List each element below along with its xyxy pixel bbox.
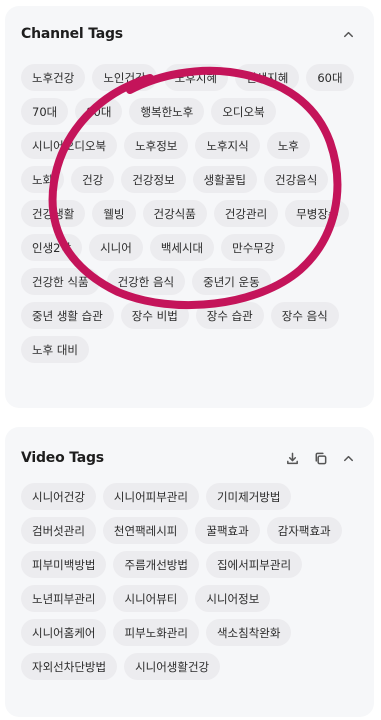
video-tag[interactable]: 천연팩레시피 <box>102 517 189 544</box>
channel-tag[interactable]: 시니어오디오북 <box>21 132 118 159</box>
video-tag[interactable]: 감자팩효과 <box>266 517 342 544</box>
channel-tag[interactable]: 노후 대비 <box>21 336 89 363</box>
channel-tag-list: 노후건강 노인건강 노후지혜 인생지혜 60대 70대 80대 행복한노후 오디오북 시니어오디오… <box>21 64 360 363</box>
channel-tags-header: Channel Tags <box>21 6 358 62</box>
video-tag[interactable]: 자외선차단방법 <box>21 653 118 680</box>
channel-tags-card: Channel Tags 노후건강 노인건강 노후지혜 인생지혜 60대 70대 80대 행복… <box>5 6 374 408</box>
video-tag[interactable]: 주름개선방법 <box>113 551 199 578</box>
channel-tag[interactable]: 노화 <box>21 166 65 193</box>
channel-tags-title: Channel Tags <box>21 26 123 42</box>
channel-tag[interactable]: 노인건강 <box>92 64 157 91</box>
video-tag[interactable]: 시니어피부관리 <box>102 483 199 510</box>
channel-tag[interactable]: 건강관리 <box>213 200 279 227</box>
video-tag[interactable]: 검버섯관리 <box>21 517 96 544</box>
chevron-up-icon[interactable] <box>338 448 358 468</box>
channel-tag[interactable]: 80대 <box>75 98 123 125</box>
channel-tag[interactable]: 노후지식 <box>195 132 260 159</box>
video-tag[interactable]: 시니어홈케어 <box>21 619 107 646</box>
channel-tag[interactable]: 백세시대 <box>149 234 215 261</box>
channel-tag[interactable]: 70대 <box>21 98 69 125</box>
channel-tag[interactable]: 시니어 <box>89 234 143 261</box>
channel-tag[interactable]: 웰빙 <box>92 200 136 227</box>
video-tag[interactable]: 시니어생활건강 <box>124 653 221 680</box>
video-tags-title: Video Tags <box>21 450 104 466</box>
channel-tag[interactable]: 오디오북 <box>211 98 276 125</box>
channel-tag[interactable]: 건강한 식품 <box>21 268 100 295</box>
video-tag[interactable]: 시니어정보 <box>195 585 271 612</box>
channel-tag[interactable]: 건강생활 <box>21 200 86 227</box>
channel-tag[interactable]: 만수무강 <box>221 234 286 261</box>
channel-tag[interactable]: 인생지혜 <box>234 64 300 91</box>
channel-tag[interactable]: 중년기 운동 <box>192 268 271 295</box>
video-tag[interactable]: 시니어뷰티 <box>113 585 189 612</box>
video-tag[interactable]: 피부미백방법 <box>21 551 107 578</box>
channel-tag[interactable]: 장수 습관 <box>195 302 264 329</box>
channel-tag[interactable]: 건강한 음식 <box>106 268 186 295</box>
video-tag-list: 시니어건강 시니어피부관리 기미제거방법검버섯관리 천연팩레시피 꿀팩효과 감자팩효과피부… <box>21 483 360 680</box>
channel-tag[interactable]: 장수 비법 <box>120 302 189 329</box>
channel-tag[interactable]: 건강음식 <box>264 166 329 193</box>
video-tag[interactable]: 집에서피부관리 <box>205 551 303 578</box>
video-tag[interactable]: 시니어건강 <box>21 483 96 510</box>
video-tag[interactable]: 색소침착완화 <box>205 619 292 646</box>
channel-tag[interactable]: 생활꿀팁 <box>192 166 257 193</box>
channel-tag[interactable]: 건강 <box>71 166 115 193</box>
chevron-up-icon[interactable] <box>338 24 358 44</box>
channel-tag[interactable]: 장수 음식 <box>270 302 339 329</box>
video-tag[interactable]: 노년피부관리 <box>21 585 107 612</box>
channel-tag[interactable]: 노후건강 <box>21 64 86 91</box>
channel-tag[interactable]: 노후정보 <box>124 132 189 159</box>
video-tags-header: Video Tags <box>21 430 358 486</box>
video-tags-card: Video Tags 시니어건강 시니어피부관리 기미제거방법검버섯관리 천연팩레시피… <box>5 427 374 717</box>
channel-tag[interactable]: 행복한노후 <box>129 98 205 125</box>
video-tag[interactable]: 피부노화관리 <box>113 619 199 646</box>
download-icon[interactable] <box>282 448 302 468</box>
channel-tag[interactable]: 중년 생활 습관 <box>21 302 114 329</box>
channel-tag[interactable]: 노후 <box>266 132 310 159</box>
channel-tag[interactable]: 건강정보 <box>121 166 186 193</box>
channel-tag[interactable]: 무병장수 <box>285 200 350 227</box>
channel-tag[interactable]: 건강식품 <box>142 200 207 227</box>
copy-icon[interactable] <box>310 448 330 468</box>
channel-tag[interactable]: 인생2막 <box>21 234 83 261</box>
video-tag[interactable]: 기미제거방법 <box>205 483 292 510</box>
channel-tag[interactable]: 60대 <box>306 64 354 91</box>
video-tag[interactable]: 꿀팩효과 <box>195 517 260 544</box>
channel-tag[interactable]: 노후지혜 <box>163 64 228 91</box>
